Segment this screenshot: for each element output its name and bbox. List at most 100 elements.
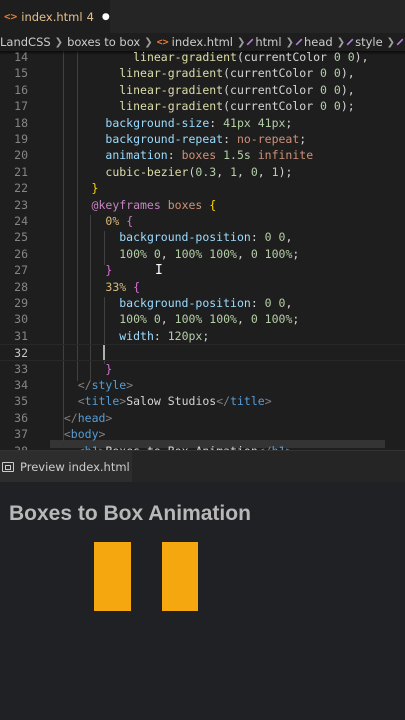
code-token: no-repeat — [236, 132, 300, 146]
code-line[interactable]: 35 <title>Salow Studios</title> — [0, 393, 405, 409]
code-token: linear-gradient — [133, 51, 237, 64]
code-line[interactable]: 30 100% 0, 100% 100%, 0 100%; — [0, 311, 405, 327]
code-token: boxes — [181, 148, 224, 163]
code-text: @keyframes boxes { — [50, 197, 217, 213]
code-line[interactable]: 22 } — [0, 180, 405, 196]
code-line[interactable]: 26 100% 0, 100% 100%, 0 100%; — [0, 246, 405, 262]
code-line[interactable]: 27 } — [0, 262, 405, 278]
breadcrumb: LandCSS ❯ boxes to box ❯ <> index.html ❯… — [0, 33, 405, 51]
breadcrumb-item-folder[interactable]: boxes to box — [67, 35, 140, 49]
code-token: 1 — [230, 164, 237, 179]
breadcrumb-item-file[interactable]: index.html — [172, 35, 233, 49]
line-number: 19 — [14, 132, 28, 146]
code-token: 0 100% — [250, 312, 293, 327]
code-line[interactable]: 31 width: 120px; — [0, 328, 405, 344]
line-number: 36 — [14, 410, 28, 425]
code-token: : — [250, 296, 265, 310]
code-token: animation — [105, 148, 168, 163]
code-line[interactable]: 33 } — [0, 361, 405, 377]
code-token: background-size — [105, 115, 210, 130]
line-number: 15 — [14, 66, 28, 81]
code-token: Salow Studios — [126, 394, 217, 409]
code-text: linear-gradient(currentColor 0 0); — [50, 98, 354, 114]
line-number: 33 — [14, 361, 28, 376]
code-token: cubic-bezier — [105, 164, 189, 179]
code-token: { — [126, 214, 134, 228]
line-number: 21 — [14, 164, 28, 179]
code-text: linear-gradient(currentColor 0 0), — [50, 51, 368, 65]
code-line[interactable]: 25 background-position: 0 0, — [0, 229, 405, 245]
tab-preview[interactable]: Preview index.html — [0, 451, 132, 482]
unsaved-dot-icon[interactable]: ● — [102, 12, 110, 22]
code-text: </head> — [50, 410, 113, 426]
code-token: : — [167, 148, 182, 163]
code-token: > — [264, 394, 272, 409]
code-text: 33% { — [50, 279, 140, 295]
code-line[interactable]: 23 @keyframes boxes { — [0, 197, 405, 213]
code-text: linear-gradient(currentColor 0 0), — [50, 82, 354, 98]
code-line[interactable]: 36 </head> — [0, 410, 405, 426]
code-line[interactable]: 24 0% { — [0, 213, 405, 229]
code-token: : — [153, 328, 168, 343]
code-line[interactable]: 29 background-position: 0 0, — [0, 295, 405, 311]
code-text: 0% { — [50, 213, 133, 229]
code-token: } — [105, 361, 113, 376]
breadcrumb-item-head[interactable]: head — [304, 35, 333, 49]
code-line[interactable]: 28 33% { — [0, 279, 405, 295]
code-token: , — [216, 164, 231, 179]
code-editor[interactable]: I 14 linear-gradient(currentColor 0 0), 1… — [0, 51, 405, 450]
code-token: > — [98, 427, 106, 442]
code-line[interactable]: 19 background-repeat: no-repeat; — [0, 131, 405, 147]
code-line[interactable]: 18 background-size: 41px 41px; — [0, 115, 405, 131]
code-line[interactable]: 38 <h1>Boxes to Box Animation</h1> — [0, 443, 405, 450]
code-token: , — [237, 164, 251, 179]
code-token: 0 — [250, 164, 258, 179]
animated-box-right — [162, 542, 198, 611]
breadcrumb-item-html[interactable]: html — [255, 35, 281, 49]
code-token: 0 100% — [250, 246, 293, 261]
code-line[interactable]: 37 <body> — [0, 426, 405, 442]
code-text: background-position: 0 0, — [50, 229, 292, 245]
code-token: , — [285, 230, 293, 245]
element-cube-icon — [396, 38, 404, 46]
code-line[interactable]: 34 </style> — [0, 377, 405, 393]
code-token: 0 0 — [264, 230, 286, 245]
code-line[interactable]: 21 cubic-bezier(0.3, 1, 0, 1); — [0, 164, 405, 180]
chevron-right-icon: ❯ — [144, 36, 153, 48]
code-text: </style> — [50, 377, 133, 393]
code-token: ; — [299, 132, 307, 146]
line-number: 23 — [14, 197, 28, 212]
line-number: 28 — [14, 279, 28, 294]
page-title: Boxes to Box Animation — [9, 502, 251, 525]
problem-count-badge: 4 — [86, 9, 94, 24]
code-token: (currentColor — [223, 82, 321, 97]
code-text: } — [50, 361, 112, 377]
code-line[interactable]: 20 animation: boxes 1.5s infinite — [0, 147, 405, 163]
code-line[interactable]: 16 linear-gradient(currentColor 0 0), — [0, 82, 405, 98]
code-token: , — [236, 312, 251, 327]
breadcrumb-item-style[interactable]: style — [355, 35, 383, 49]
code-text: background-repeat: no-repeat; — [50, 131, 306, 147]
code-token: ; — [202, 328, 210, 343]
code-line[interactable]: 17 linear-gradient(currentColor 0 0); — [0, 98, 405, 114]
code-token: linear-gradient — [119, 66, 224, 81]
code-token: { — [209, 197, 217, 212]
tab-index-html[interactable]: <> index.html 4 ● — [0, 0, 110, 33]
code-line[interactable]: 15 linear-gradient(currentColor 0 0), — [0, 65, 405, 81]
breadcrumb-item-landcss[interactable]: LandCSS — [0, 35, 51, 49]
code-token: , — [257, 164, 272, 179]
code-token: < — [63, 427, 71, 442]
line-number: 32 — [14, 346, 28, 361]
code-line[interactable]: 32 — [0, 344, 405, 361]
code-line[interactable]: 14 linear-gradient(currentColor 0 0), — [0, 51, 405, 65]
code-token: head — [77, 410, 106, 425]
element-cube-icon — [246, 38, 254, 46]
code-token: ), — [340, 66, 355, 81]
